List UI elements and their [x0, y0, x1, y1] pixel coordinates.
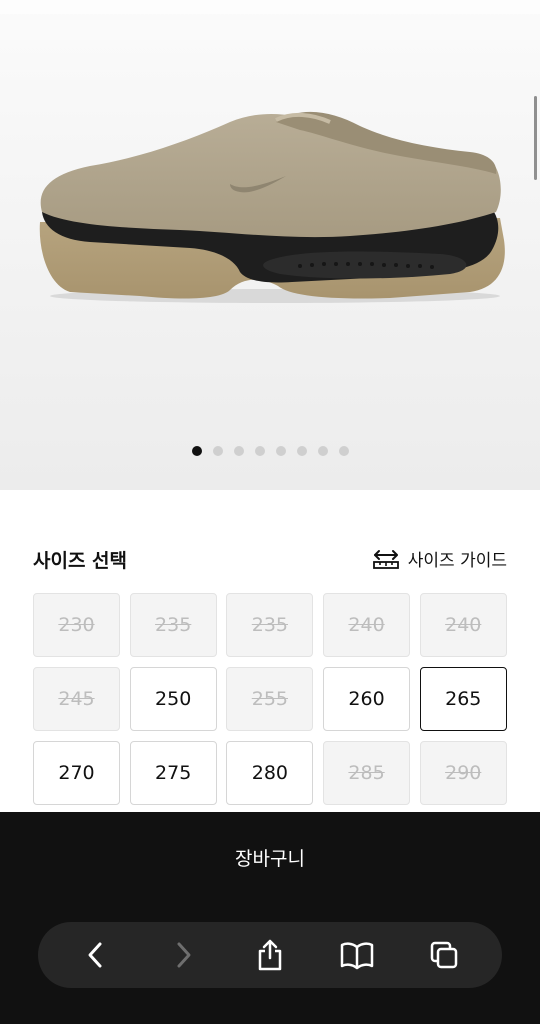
size-option: 245 — [33, 667, 120, 731]
size-option[interactable]: 280 — [226, 741, 314, 805]
size-section-title: 사이즈 선택 — [33, 550, 128, 572]
forward-icon — [177, 942, 191, 968]
carousel-dot[interactable] — [275, 446, 286, 456]
size-guide-icon — [372, 549, 399, 569]
size-grid: 230 235 235 240 240 245 250 255 260 265 … — [33, 593, 507, 805]
bookmarks-icon — [340, 942, 374, 970]
tabs-icon — [431, 941, 458, 969]
forward-button[interactable] — [159, 931, 207, 979]
size-option: 240 — [419, 593, 507, 657]
carousel-dot[interactable] — [233, 446, 244, 456]
share-button[interactable] — [246, 931, 294, 979]
scroll-indicator — [534, 96, 537, 180]
product-gallery[interactable] — [0, 0, 540, 490]
carousel-dot[interactable] — [254, 446, 265, 456]
size-option: 240 — [323, 593, 411, 657]
add-to-cart-button[interactable]: 장바구니 — [0, 822, 540, 892]
browser-toolbar — [38, 922, 502, 988]
bookmarks-button[interactable] — [333, 931, 381, 979]
back-button[interactable] — [72, 931, 120, 979]
carousel-dot[interactable] — [317, 446, 328, 456]
size-option[interactable]: 265 — [419, 667, 507, 731]
size-option[interactable]: 260 — [323, 667, 411, 731]
carousel-dot[interactable] — [296, 446, 307, 456]
share-icon — [258, 939, 282, 971]
carousel-dot[interactable] — [191, 446, 202, 456]
size-option[interactable]: 250 — [129, 667, 217, 731]
size-option: 235 — [226, 593, 314, 657]
gallery-top-edge — [0, 0, 540, 14]
size-option: 230 — [33, 593, 120, 657]
size-option: 255 — [226, 667, 314, 731]
size-option[interactable]: 275 — [129, 741, 217, 805]
size-guide-button[interactable]: 사이즈 가이드 — [372, 546, 507, 571]
size-section-header: 사이즈 선택 사이즈 가이드 — [33, 543, 507, 573]
size-option[interactable]: 270 — [33, 741, 120, 805]
tabs-button[interactable] — [420, 931, 468, 979]
back-icon — [88, 942, 102, 968]
carousel-dot[interactable] — [338, 446, 349, 456]
size-option: 235 — [129, 593, 217, 657]
carousel-dots[interactable] — [0, 446, 540, 456]
size-guide-label: 사이즈 가이드 — [407, 551, 507, 571]
carousel-dot[interactable] — [212, 446, 223, 456]
product-image — [39, 111, 505, 303]
size-option: 285 — [323, 741, 411, 805]
size-option: 290 — [419, 741, 507, 805]
